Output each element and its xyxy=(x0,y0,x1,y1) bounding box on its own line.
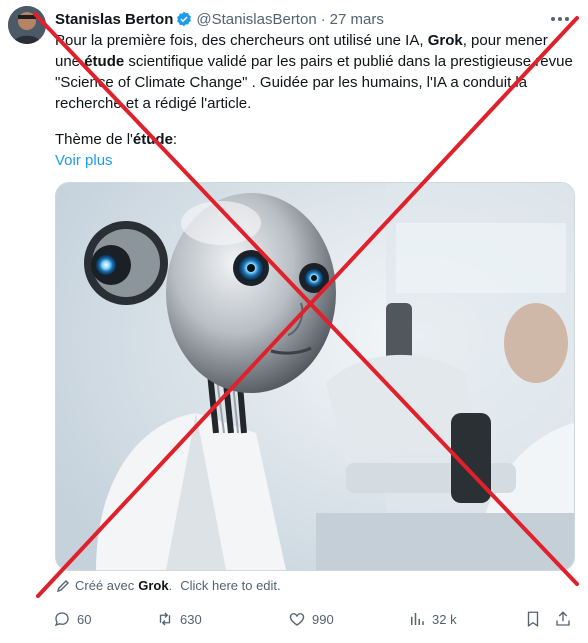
created-with-grok-label[interactable]: Créé avec Grok. Click here to edit. xyxy=(56,578,281,593)
bookmark-icon xyxy=(527,611,539,628)
theme-prefix: Thème de l' xyxy=(55,131,133,148)
like-count: 990 xyxy=(312,611,334,627)
views-button[interactable]: 32 k xyxy=(408,606,457,632)
author-name[interactable]: Stanislas Berton xyxy=(55,11,173,28)
repost-button[interactable]: 630 xyxy=(156,606,202,632)
like-button[interactable]: 990 xyxy=(288,606,334,632)
heart-icon xyxy=(289,613,305,626)
edit-link[interactable]: Click here to edit. xyxy=(180,578,280,593)
tweet-actions: 60 630 990 32 k xyxy=(48,606,578,632)
created-brand: Grok xyxy=(138,578,169,593)
repost-icon xyxy=(159,612,171,626)
share-button[interactable] xyxy=(554,606,578,632)
share-icon xyxy=(556,611,570,626)
tweet-text-part: scientifique validé par les pairs et pub… xyxy=(55,53,573,112)
avatar[interactable] xyxy=(8,6,46,44)
reply-button[interactable]: 60 xyxy=(53,606,91,632)
tweet-text: Pour la première fois, des chercheurs on… xyxy=(55,30,575,114)
tweet-text-bold-etude: étude xyxy=(84,53,125,70)
robot-scientist-illustration xyxy=(56,183,574,570)
reply-icon xyxy=(54,612,69,627)
created-suffix: . xyxy=(168,578,173,593)
tweet: Stanislas Berton @StanislasBerton · 27 m… xyxy=(0,0,588,643)
separator-dot: · xyxy=(320,10,326,28)
theme-bold: étude xyxy=(132,131,173,148)
pen-icon xyxy=(56,579,69,592)
tweet-text-bold-grok: Grok xyxy=(427,32,463,49)
tweet-header: Stanislas Berton @StanislasBerton · 27 m… xyxy=(55,9,384,29)
tweet-text-part: Pour la première fois, des chercheurs on… xyxy=(55,32,428,49)
tweet-theme-line: Thème de l'étude: xyxy=(55,129,177,150)
tweet-media-image[interactable] xyxy=(55,182,575,571)
more-horizontal-icon[interactable] xyxy=(548,10,572,28)
bookmark-button[interactable] xyxy=(524,606,548,632)
see-more-link[interactable]: Voir plus xyxy=(55,150,113,171)
author-handle[interactable]: @StanislasBerton xyxy=(196,11,316,28)
reply-count: 60 xyxy=(77,611,92,627)
theme-suffix: : xyxy=(172,131,178,148)
tweet-date[interactable]: 27 mars xyxy=(330,11,384,28)
repost-count: 630 xyxy=(180,611,202,627)
views-bar-chart-icon xyxy=(411,613,424,625)
created-prefix: Créé avec xyxy=(75,578,135,593)
views-count: 32 k xyxy=(432,611,457,627)
verified-badge-icon xyxy=(177,11,192,27)
